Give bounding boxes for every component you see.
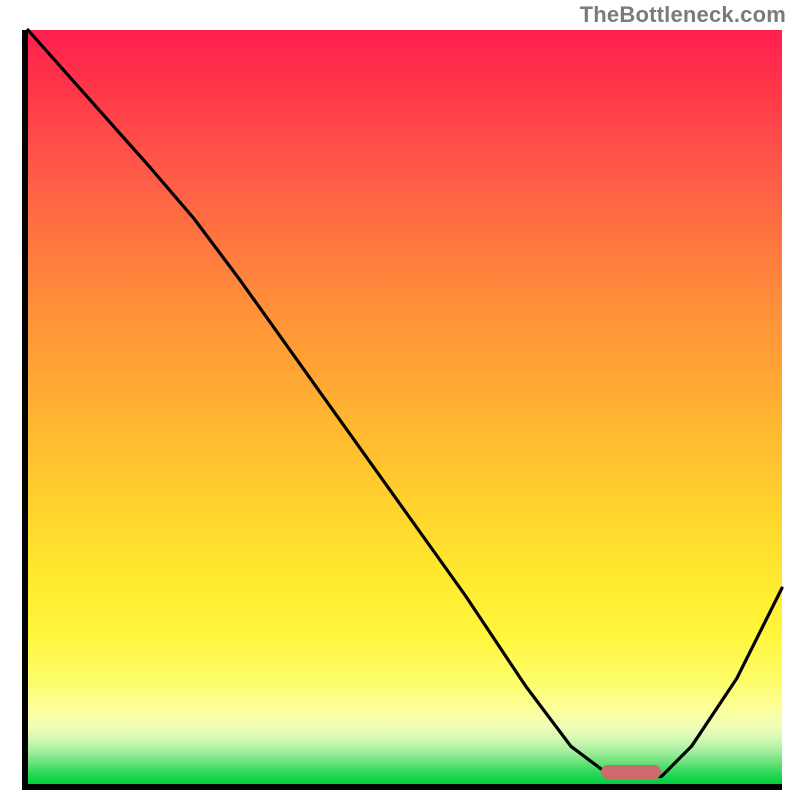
curve-path — [28, 30, 782, 777]
attribution-label: TheBottleneck.com — [580, 2, 786, 28]
bottleneck-curve — [28, 30, 782, 790]
plot-area — [22, 30, 782, 790]
valley-marker — [601, 765, 661, 779]
chart-container: TheBottleneck.com — [0, 0, 800, 800]
